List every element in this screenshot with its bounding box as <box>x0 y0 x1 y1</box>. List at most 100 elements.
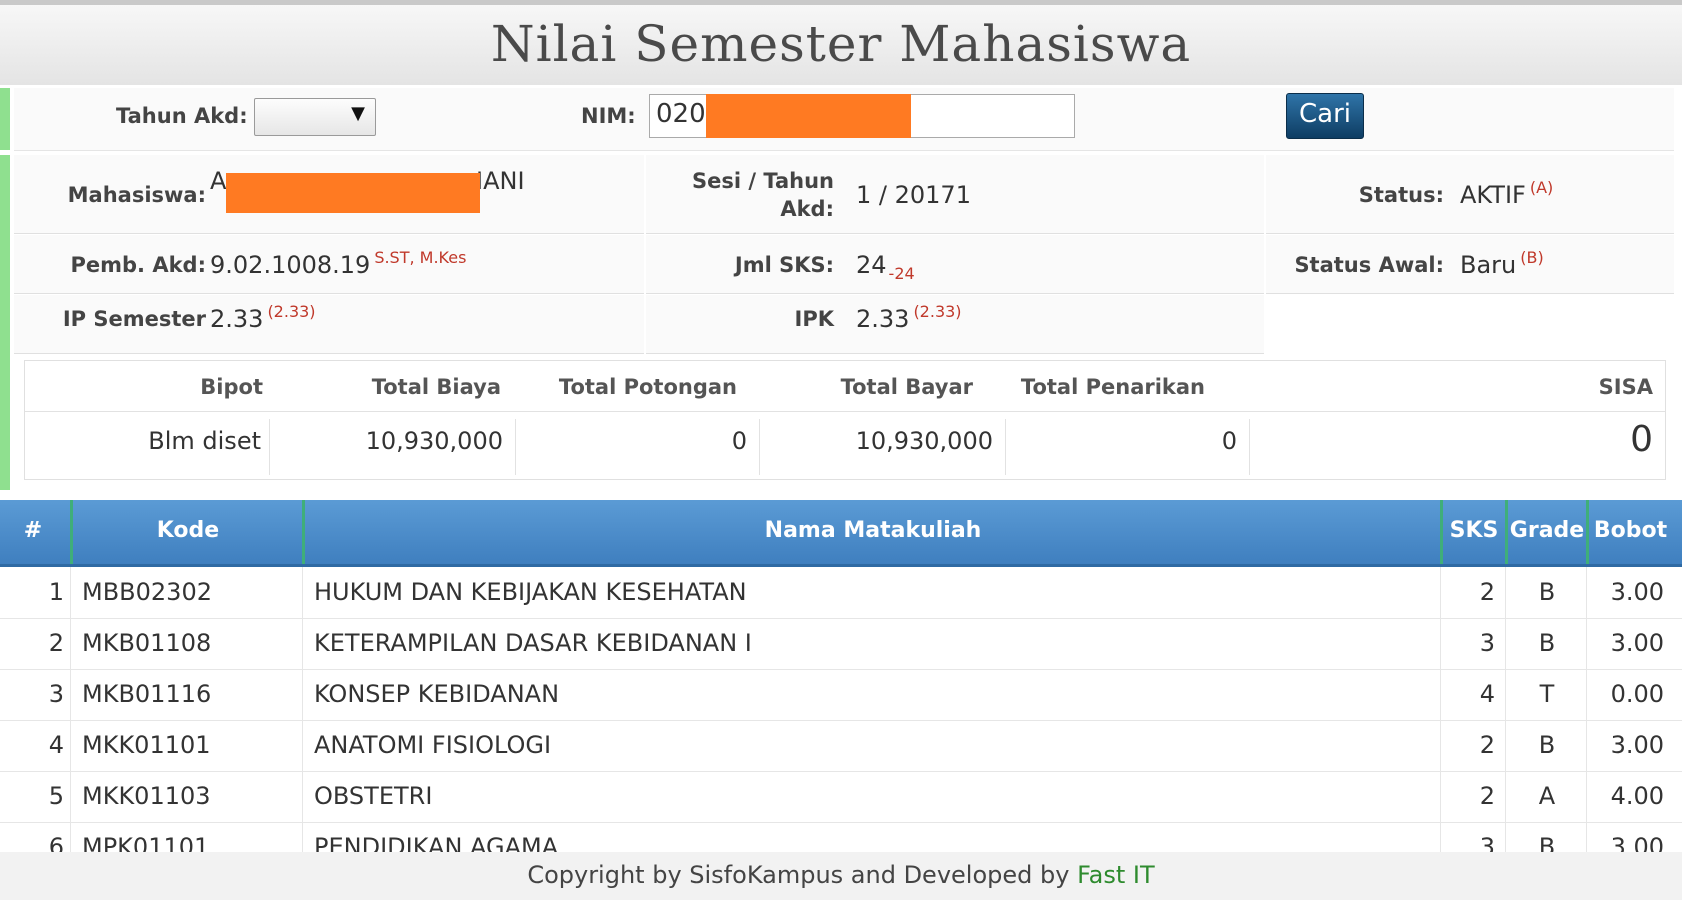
ip-semester-sup: (2.33) <box>267 302 316 321</box>
sesi-label-2: Akd: <box>780 197 834 221</box>
developer-link[interactable]: Fast IT <box>1077 861 1155 889</box>
row-separator <box>1586 618 1587 669</box>
accent-bar <box>0 88 10 150</box>
page-title: Nilai Semester Mahasiswa <box>490 15 1192 73</box>
footer-text: Copyright by SisfoKampus and Developed b… <box>527 861 1078 889</box>
status-label: Status: <box>1358 183 1444 207</box>
redaction-box <box>226 173 480 213</box>
finance-separator <box>1249 419 1250 475</box>
accent-bar <box>0 155 10 490</box>
finance-header-total-bayar: Total Bayar <box>840 375 973 399</box>
finance-value-total-penarikan: 0 <box>1221 427 1237 455</box>
row-separator <box>302 567 303 618</box>
pemb-akd-label: Pemb. Akd: <box>70 253 207 277</box>
row-grade: A <box>1538 782 1556 810</box>
tahun-akd-label: Tahun Akd: <box>116 104 248 128</box>
sesi-value: 1 / 20171 <box>856 181 971 209</box>
row-number: 1 <box>48 578 64 606</box>
ipk-label: IPK <box>794 307 834 331</box>
status-value: AKTIF (A) <box>1460 178 1554 209</box>
row-kode: MPK01101 <box>82 833 210 852</box>
row-sks: 2 <box>1479 578 1495 606</box>
row-separator <box>1440 618 1441 669</box>
table-row: 4 MKK01101 ANATOMI FISIOLOGI 2 B 3.00 <box>0 720 1682 772</box>
row-grade: B <box>1538 833 1556 852</box>
finance-table: Bipot Total Biaya Total Potongan Total B… <box>24 360 1666 480</box>
row-separator <box>1440 669 1441 720</box>
col-sks-header: SKS <box>1449 518 1499 543</box>
row-nama: OBSTETRI <box>314 782 433 810</box>
row-separator <box>70 669 71 720</box>
row-separator <box>1505 720 1506 771</box>
redaction-box <box>706 94 911 138</box>
row-grade: B <box>1538 578 1556 606</box>
row-number: 3 <box>48 680 64 708</box>
search-bar: Tahun Akd: ▼ NIM: 020 Cari <box>14 88 1674 151</box>
status-awal-label: Status Awal: <box>1294 253 1444 277</box>
row-nama: PENDIDIKAN AGAMA <box>314 833 559 852</box>
ipk-sup: (2.33) <box>913 302 962 321</box>
pemb-akd-suffix: S.ST, M.Kes <box>374 248 467 267</box>
row-bobot: 3.00 <box>1610 578 1664 606</box>
row-kode: MKK01103 <box>82 782 211 810</box>
footer: Copyright by SisfoKampus and Developed b… <box>0 852 1682 900</box>
finance-separator <box>759 419 760 475</box>
row-separator <box>1505 822 1506 852</box>
row-sks: 3 <box>1479 629 1495 657</box>
row-separator <box>302 669 303 720</box>
finance-separator <box>515 419 516 475</box>
row-separator <box>1586 771 1587 822</box>
row-bobot: 3.00 <box>1610 731 1664 759</box>
tahun-akd-select[interactable]: ▼ <box>254 98 376 136</box>
row-separator <box>70 720 71 771</box>
row-sks: 2 <box>1479 782 1495 810</box>
finance-header-total-penarikan: Total Penarikan <box>1020 375 1205 399</box>
row-separator <box>70 567 71 618</box>
col-bobot-header: Bobot <box>1593 518 1668 543</box>
ip-semester-label: IP Semester <box>62 307 206 331</box>
nim-label: NIM: <box>581 104 636 128</box>
mahasiswa-value-end: IANI <box>476 167 525 195</box>
row-separator <box>70 771 71 822</box>
jml-sks-label: Jml SKS: <box>734 253 834 277</box>
course-table-header: # Kode Nama Matakuliah SKS Grade Bobot <box>0 500 1682 567</box>
table-row: 5 MKK01103 OBSTETRI 2 A 4.00 <box>0 771 1682 823</box>
nim-value: 020 <box>656 99 706 129</box>
student-info: Mahasiswa: A IANI Sesi / Tahun Akd: 1 / … <box>14 155 1674 355</box>
row-separator <box>302 618 303 669</box>
row-separator <box>1440 822 1441 852</box>
row-separator <box>70 822 71 852</box>
row-separator <box>1586 822 1587 852</box>
sesi-label-1: Sesi / Tahun <box>692 169 834 193</box>
finance-header-total-potongan: Total Potongan <box>558 375 737 399</box>
row-separator <box>302 771 303 822</box>
jml-sks-sub: -24 <box>888 264 915 283</box>
row-separator <box>302 720 303 771</box>
col-kode-header: Kode <box>156 518 220 543</box>
row-separator <box>1505 618 1506 669</box>
table-row: 3 MKB01116 KONSEP KEBIDANAN 4 T 0.00 <box>0 669 1682 721</box>
row-bobot: 0.00 <box>1610 680 1664 708</box>
page-header: Nilai Semester Mahasiswa <box>0 5 1682 85</box>
row-kode: MBB02302 <box>82 578 212 606</box>
row-nama: KONSEP KEBIDANAN <box>314 680 560 708</box>
table-row: 1 MBB02302 HUKUM DAN KEBIJAKAN KESEHATAN… <box>0 567 1682 619</box>
row-separator <box>1440 771 1441 822</box>
pemb-akd-value: 9.02.1008.19 S.ST, M.Kes <box>210 248 467 279</box>
status-awal-value: Baru (B) <box>1460 248 1544 279</box>
row-number: 2 <box>48 629 64 657</box>
jml-sks-value: 24 -24 <box>856 251 915 283</box>
row-grade: T <box>1539 680 1555 708</box>
cari-button[interactable]: Cari <box>1286 93 1364 139</box>
finance-value-sisa: 0 <box>1630 419 1653 460</box>
status-code: (A) <box>1529 178 1554 197</box>
table-row: 6 MPK01101 PENDIDIKAN AGAMA 3 B 3.00 <box>0 822 1682 852</box>
mahasiswa-label: Mahasiswa: <box>67 183 206 207</box>
row-nama: ANATOMI FISIOLOGI <box>314 731 552 759</box>
col-nama-header: Nama Matakuliah <box>764 518 982 543</box>
row-grade: B <box>1538 629 1556 657</box>
finance-value-total-potongan: 0 <box>731 427 747 455</box>
col-number-header: # <box>23 518 43 543</box>
row-separator <box>1505 567 1506 618</box>
row-kode: MKB01116 <box>82 680 212 708</box>
